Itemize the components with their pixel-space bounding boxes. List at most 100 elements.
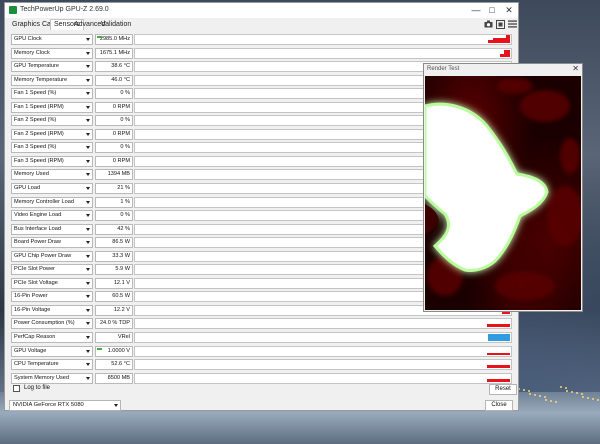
sensor-label-dropdown[interactable]: Bus Interface Load [11,223,93,235]
sensor-row: GPU Voltage 1.0000 V [9,345,514,359]
sensor-value: 42 % [95,223,133,235]
sensor-label: Memory Controller Load [14,198,75,205]
graph-fill [506,35,510,43]
sensor-label-dropdown[interactable]: PCIe Slot Voltage [11,277,93,289]
sensor-label-dropdown[interactable]: Video Engine Load [11,210,93,222]
sensor-label-dropdown[interactable]: Memory Controller Load [11,196,93,208]
sensor-label-dropdown[interactable]: Memory Used [11,169,93,181]
chevron-down-icon [86,51,90,55]
graph-fill [488,40,493,43]
sensor-value-text: 21 % [117,185,130,192]
sensor-value-text: 5.9 W [115,266,130,273]
bottom-bar: Log to file Reset NVIDIA GeForce RTX 508… [5,383,518,412]
sensor-value-text: 33.3 W [112,252,130,259]
sensor-label-dropdown[interactable]: Fan 1 Speed (%) [11,88,93,100]
sensor-label-dropdown[interactable]: Fan 3 Speed (%) [11,142,93,154]
sensor-label-dropdown[interactable]: 16-Pin Voltage [11,304,93,316]
sensor-label-dropdown[interactable]: Memory Temperature [11,74,93,86]
sensor-value-text: 0 % [120,144,130,151]
render-test-close-button[interactable]: ✕ [572,64,579,73]
reset-button[interactable]: Reset [489,384,517,395]
sensor-label-dropdown[interactable]: 16-Pin Power [11,291,93,303]
sensor-value: 0 RPM [95,101,133,113]
sensor-row: GPU Clock 2985.0 MHz [9,33,514,47]
sensor-row: PerfCap Reason VRel [9,331,514,345]
sensor-label-dropdown[interactable]: Fan 3 Speed (RPM) [11,155,93,167]
chevron-down-icon [86,173,90,177]
sensor-label: Fan 3 Speed (%) [14,144,57,151]
gpu-select[interactable]: NVIDIA GeForce RTX 5080 [9,400,121,411]
sensor-flag-indicator [97,36,102,38]
chevron-down-icon [86,336,90,340]
maximize-button[interactable]: □ [485,4,499,16]
sensor-label-dropdown[interactable]: GPU Load [11,183,93,195]
sensor-label-dropdown[interactable]: GPU Voltage [11,345,93,357]
sensor-value: 21 % [95,183,133,195]
sensor-value-text: 60.5 W [112,293,130,300]
chevron-down-icon [86,146,90,150]
close-button[interactable]: Close [485,400,513,411]
sensor-label-dropdown[interactable]: Memory Clock [11,47,93,59]
sensor-value-text: 12.1 V [113,279,130,286]
title-bar[interactable]: TechPowerUp GPU-Z 2.69.0 — □ ✕ [5,3,518,18]
sensor-label: Fan 1 Speed (RPM) [14,103,64,110]
sensor-label: GPU Temperature [14,63,59,70]
sensor-value: 2985.0 MHz [95,34,133,45]
sensor-label: Fan 1 Speed (%) [14,90,57,97]
sensor-value-text: 42 % [117,225,130,232]
sensor-graph [134,318,512,330]
sensor-value-text: 12.2 V [113,306,130,313]
sensor-label-dropdown[interactable]: Fan 1 Speed (RPM) [11,101,93,113]
render-canvas [425,76,581,310]
sensor-value-text: 1.0000 V [107,347,130,354]
sensor-label: Fan 2 Speed (%) [14,117,57,124]
sensor-label-dropdown[interactable]: CPU Temperature [11,359,93,371]
sensor-value: 52.6 °C [95,359,133,371]
chevron-down-icon [86,65,90,69]
sensor-label-dropdown[interactable]: Power Consumption (%) [11,318,93,330]
sensor-label-dropdown[interactable]: PCIe Slot Power [11,264,93,276]
sensor-value: 12.1 V [95,277,133,289]
chevron-down-icon [114,404,118,407]
refresh-icon[interactable] [495,20,505,30]
sensor-value-text: 46.0 °C [111,76,130,83]
sensor-label: Bus Interface Load [14,225,61,232]
camera-icon[interactable] [483,20,493,30]
fur-render-image [425,78,581,300]
sensor-label-dropdown[interactable]: GPU Chip Power Draw [11,250,93,262]
sensor-label: PCIe Slot Power [14,266,56,273]
sensor-value: 60.5 W [95,291,133,303]
sensor-label-dropdown[interactable]: GPU Clock [11,34,93,45]
sensor-label: PerfCap Reason [14,334,56,341]
sensor-label: Board Power Draw [14,239,61,246]
chevron-down-icon [86,187,90,191]
sensor-value-text: 0 % [120,90,130,97]
chevron-down-icon [86,214,90,218]
sensor-value-text: 0 % [120,117,130,124]
tab-validation[interactable]: Validation [101,21,131,28]
sensor-label-dropdown[interactable]: GPU Temperature [11,61,93,73]
sensor-label-dropdown[interactable]: Board Power Draw [11,237,93,249]
sensor-label: Memory Clock [14,49,50,56]
sensor-label: Power Consumption (%) [14,320,75,327]
sensor-label-dropdown[interactable]: Fan 2 Speed (%) [11,115,93,127]
sensor-value: 33.3 W [95,250,133,262]
log-to-file-checkbox[interactable] [13,385,20,392]
sensor-label-dropdown[interactable]: Fan 2 Speed (RPM) [11,128,93,140]
sensor-value: 24.0 % TDP [95,318,133,330]
menu-icon[interactable] [507,20,517,30]
sensor-value-text: 2985.0 MHz [99,36,130,42]
log-to-file-label: Log to file [24,385,51,391]
sensor-label: GPU Chip Power Draw [14,252,72,259]
sensor-label: CPU Temperature [14,361,59,368]
graph-fill [487,365,510,369]
graph-fill [487,378,510,382]
sensor-label: Fan 3 Speed (RPM) [14,157,64,164]
chevron-down-icon [86,78,90,82]
sensor-label-dropdown[interactable]: PerfCap Reason [11,332,93,344]
chevron-down-icon [86,38,90,41]
sensor-label: 16-Pin Power [14,293,48,300]
close-window-button[interactable]: ✕ [502,4,516,16]
minimize-button[interactable]: — [469,4,483,16]
chevron-down-icon [86,322,90,326]
